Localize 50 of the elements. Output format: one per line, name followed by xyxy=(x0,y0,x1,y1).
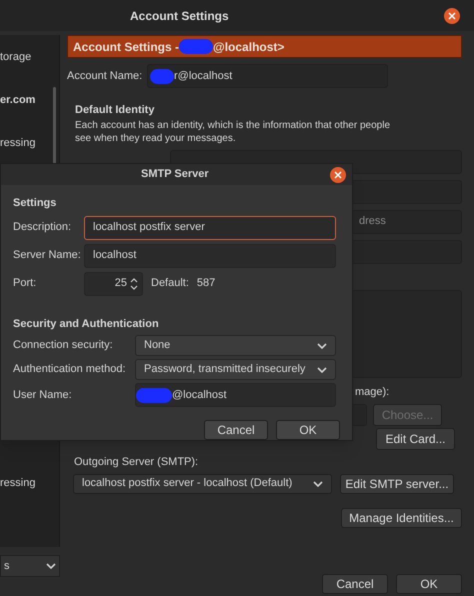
field-label: Port: xyxy=(13,276,38,292)
field-label: User Name: xyxy=(13,388,73,403)
close-icon xyxy=(448,12,456,20)
manage-identities-button[interactable]: Manage Identities... xyxy=(341,508,462,528)
account-actions-dropdown[interactable]: s xyxy=(0,555,60,577)
account-name-field[interactable]: r@localhost xyxy=(147,64,388,88)
redaction-mark xyxy=(150,68,174,84)
redaction-mark xyxy=(179,39,214,54)
chevron-down-icon xyxy=(313,480,323,486)
outgoing-server-select[interactable]: localhost postfix server - localhost (Default) xyxy=(73,474,332,494)
field-label: Authentication method: xyxy=(13,362,127,378)
edit-smtp-button[interactable]: Edit SMTP server... xyxy=(340,474,454,494)
field-label: Connection security: xyxy=(13,338,114,354)
field-label: Description: xyxy=(13,220,72,236)
redaction-mark xyxy=(136,388,172,402)
edit-card-button[interactable]: Edit Card... xyxy=(376,428,455,450)
close-icon xyxy=(334,170,342,178)
close-button[interactable] xyxy=(330,166,346,182)
select-field[interactable]: Password, transmitted insecurely xyxy=(135,359,336,380)
field-label: Default: xyxy=(151,276,189,292)
header-text: @localhost> xyxy=(213,38,284,56)
chevron-down-icon xyxy=(317,342,327,348)
window-title: Account Settings xyxy=(130,8,229,24)
header-text: Account Settings - xyxy=(73,38,180,56)
dialog-button[interactable]: Cancel xyxy=(322,574,388,594)
chevron-down-icon xyxy=(317,366,327,372)
section-description: Each account has an identity, which is the information that other people see when they read your messages. xyxy=(75,118,392,144)
sidebar-item[interactable]: ressing xyxy=(0,475,59,492)
text-field[interactable]: localhost xyxy=(84,244,336,268)
text-field[interactable]: localhost postfix server xyxy=(84,216,336,240)
field-label: Outgoing Server (SMTP): xyxy=(74,455,200,470)
default-port-value: 587 xyxy=(196,276,216,292)
select-field[interactable]: None xyxy=(135,335,336,356)
sidebar-item[interactable]: er.com xyxy=(0,92,59,135)
section-heading: Settings xyxy=(13,196,58,211)
sidebar-item[interactable]: torage xyxy=(0,49,59,92)
spinner-arrows-icon[interactable] xyxy=(130,278,138,290)
dialog-button[interactable]: OK xyxy=(396,574,462,594)
field-label: Account Name: xyxy=(67,68,144,84)
dialog-title: SMTP Server xyxy=(141,167,209,182)
chevron-down-icon xyxy=(46,563,56,569)
user-name-field[interactable]: @localhost xyxy=(135,383,336,407)
field-label: Server Name: xyxy=(13,248,82,264)
close-button[interactable] xyxy=(444,8,460,24)
field-label: mage): xyxy=(355,384,390,400)
dialog-button[interactable]: OK xyxy=(276,420,340,440)
port-spinbox[interactable]: 25 xyxy=(84,272,143,296)
section-heading: Default Identity xyxy=(75,103,156,118)
dialog-button[interactable]: Cancel xyxy=(204,420,268,440)
section-heading: Security and Authentication xyxy=(13,316,160,332)
